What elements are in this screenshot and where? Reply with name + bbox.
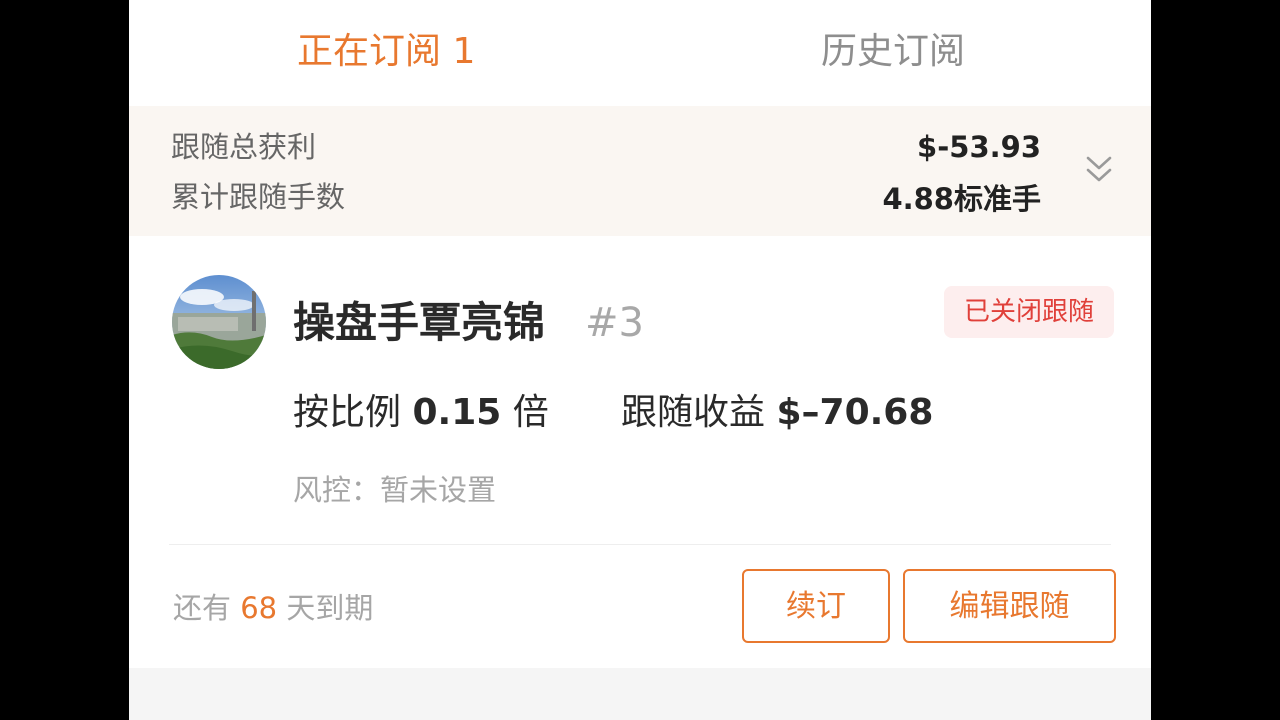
app-screen: 正在订阅 1 历史订阅 跟随总获利 累计跟随手数 $-53.93 4.88标准手 [129, 0, 1151, 720]
double-chevron-down-icon[interactable] [1084, 152, 1114, 186]
follow-ratio-suffix: 倍 [512, 392, 549, 433]
trader-avatar[interactable] [172, 275, 266, 369]
total-profit-value: $-53.93 [917, 130, 1041, 164]
follow-ratio: 按比例 0.15 倍 [293, 388, 549, 438]
follow-earnings-label: 跟随收益 [621, 392, 766, 433]
subscription-card: 操盘手覃亮锦 #3 已关闭跟随 按比例 0.15 倍 跟随收益 $–70.68 … [129, 236, 1151, 668]
expiry-days: 68 [240, 591, 278, 625]
tab-current-subscriptions[interactable]: 正在订阅 1 [297, 28, 475, 76]
follow-ratio-value: 0.15 [412, 392, 502, 433]
total-lots-label: 累计跟随手数 [171, 180, 346, 214]
subscription-tabs: 正在订阅 1 历史订阅 [129, 0, 1151, 106]
total-profit-label: 跟随总获利 [171, 130, 317, 164]
follow-summary: 跟随总获利 累计跟随手数 $-53.93 4.88标准手 [129, 106, 1151, 236]
trader-rank: #3 [585, 300, 644, 346]
status-badge: 已关闭跟随 [944, 286, 1114, 338]
follow-ratio-prefix: 按比例 [293, 392, 402, 433]
follow-earnings-value: $–70.68 [776, 392, 934, 433]
expiry-prefix: 还有 [173, 591, 232, 625]
renew-button[interactable]: 续订 [742, 569, 890, 643]
card-divider [169, 544, 1111, 545]
edit-follow-button[interactable]: 编辑跟随 [903, 569, 1116, 643]
tab-history-subscriptions[interactable]: 历史订阅 [821, 28, 965, 76]
total-lots-value: 4.88标准手 [882, 182, 1041, 216]
expiry-info: 还有 68 天到期 [173, 588, 373, 628]
expiry-suffix: 天到期 [286, 591, 374, 625]
follow-earnings: 跟随收益 $–70.68 [621, 388, 933, 438]
risk-control-text: 风控：暂未设置 [293, 473, 497, 507]
trader-name[interactable]: 操盘手覃亮锦 [293, 296, 545, 350]
